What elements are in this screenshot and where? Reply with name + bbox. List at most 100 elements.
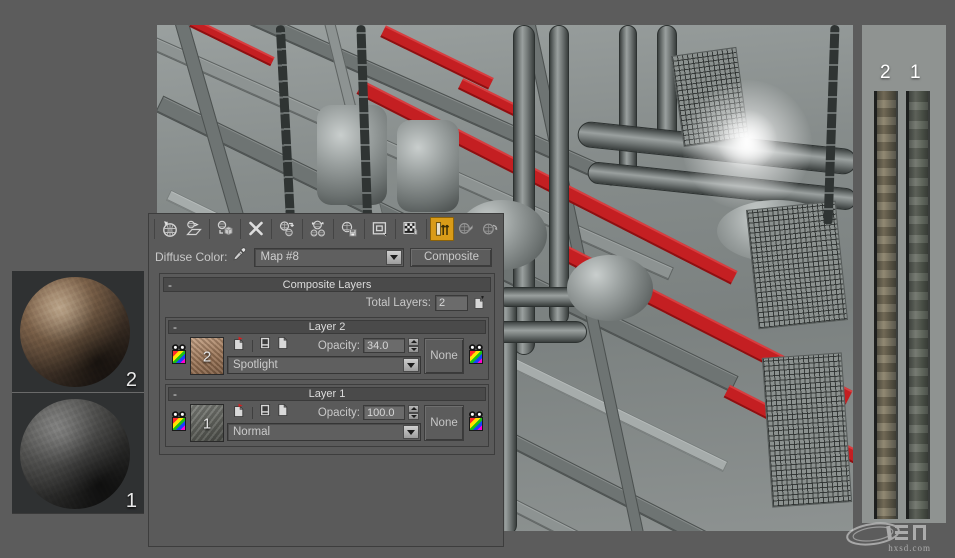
go-to-parent-icon xyxy=(457,220,475,238)
show-map-in-viewport-button[interactable] xyxy=(399,217,423,241)
layer-1-opacity-label: Opacity: xyxy=(317,406,360,419)
layer-1-opacity-field[interactable]: 100.0 xyxy=(363,405,405,420)
texture-strip-2[interactable] xyxy=(874,91,898,519)
sphere-arrow-icon xyxy=(161,220,179,238)
composite-layers-header[interactable]: - Composite Layers xyxy=(163,277,491,292)
spinner-up-button[interactable] xyxy=(408,338,419,346)
put-material-to-scene-button[interactable] xyxy=(182,217,206,241)
layer-1-body: 1 Opacity: 100.0 Normal None xyxy=(168,401,486,444)
composite-layers-rollout: - Composite Layers Total Layers: 2 - Lay… xyxy=(159,273,495,455)
color-swatch-icon[interactable] xyxy=(171,350,186,364)
mask-eye-toggle-icon[interactable] xyxy=(468,339,484,351)
diffuse-color-label: Diffuse Color: xyxy=(155,250,228,264)
texture-strip-label-1: 1 xyxy=(910,62,921,83)
viewport-grate-panel xyxy=(745,200,849,330)
go-to-sibling-icon xyxy=(481,220,499,238)
total-layers-field[interactable]: 2 xyxy=(435,295,468,311)
icon-separator xyxy=(252,406,253,419)
eye-toggle-icon[interactable] xyxy=(171,339,187,351)
app-root: 2 1 2 1 Diffuse Color: Map #8 Composite … xyxy=(0,0,955,558)
composite-layers-title: Composite Layers xyxy=(282,278,372,291)
toolbar-separator xyxy=(302,219,303,239)
eyedropper-button[interactable] xyxy=(227,246,251,269)
watermark-text: hxsd.com xyxy=(888,543,931,553)
diffuse-color-row: Diffuse Color: Map #8 Composite xyxy=(149,244,503,270)
viewport-grate-panel xyxy=(761,352,853,508)
mask-eye-toggle-icon[interactable] xyxy=(468,406,484,418)
material-slot-label-1: 1 xyxy=(125,490,137,512)
viewport-light-glow xyxy=(717,110,777,170)
layer-2-mask-button[interactable]: None xyxy=(424,338,464,374)
add-layer-button[interactable] xyxy=(472,295,487,311)
texture-strip-1[interactable] xyxy=(906,91,930,519)
assign-material-to-selection-button[interactable] xyxy=(213,217,237,241)
spheres-unique-icon xyxy=(309,220,327,238)
reset-map-button[interactable] xyxy=(244,217,268,241)
mask-color-swatch-icon[interactable] xyxy=(468,350,483,364)
color-swatch-icon[interactable] xyxy=(171,417,186,431)
go-to-parent-button[interactable] xyxy=(454,217,478,241)
eye-toggle-icon[interactable] xyxy=(171,406,187,418)
layer-1-mask-button[interactable]: None xyxy=(424,405,464,441)
collapse-toggle-icon[interactable]: - xyxy=(173,320,177,334)
material-editor-panel: Diffuse Color: Map #8 Composite - Compos… xyxy=(148,213,504,547)
layer-box-1: - Layer 1 1 Opacity: 100.0 Normal None xyxy=(165,384,489,447)
mask-unlink-icon[interactable] xyxy=(233,336,246,356)
layer-1-opacity-spinner[interactable] xyxy=(408,405,419,420)
diffuse-map-dropdown[interactable]: Map #8 xyxy=(254,247,405,267)
material-effects-channel-button[interactable] xyxy=(368,217,392,241)
toolbar-separator xyxy=(364,219,365,239)
layer-1-blend-mode-dropdown[interactable]: Normal xyxy=(227,423,421,441)
x-cross-icon xyxy=(247,220,265,238)
toolbar-separator xyxy=(426,219,427,239)
eyedropper-icon xyxy=(231,246,247,269)
layer-2-opacity-spinner[interactable] xyxy=(408,338,419,353)
make-unique-button[interactable] xyxy=(306,217,330,241)
mask-color-swatch-icon[interactable] xyxy=(468,417,483,431)
icon-separator xyxy=(252,339,253,352)
viewport-pipe xyxy=(549,25,569,325)
spinner-down-button[interactable] xyxy=(408,412,419,420)
material-preview-slot-1[interactable]: 1 xyxy=(12,392,144,513)
show-end-result-button[interactable] xyxy=(430,217,454,241)
material-preview-sphere-1 xyxy=(20,399,130,509)
layer-2-opacity-field[interactable]: 34.0 xyxy=(363,338,405,353)
layer-2-blend-mode-dropdown[interactable]: Spotlight xyxy=(227,356,421,374)
layer-1-title: Layer 1 xyxy=(308,388,346,400)
viewport-tank xyxy=(397,120,459,212)
composite-type-button[interactable]: Composite xyxy=(410,247,493,267)
get-material-button[interactable] xyxy=(158,217,182,241)
collapse-toggle-icon[interactable]: - xyxy=(168,278,172,291)
layer-2-toggle-column xyxy=(170,337,187,364)
go-to-sibling-button[interactable] xyxy=(478,217,502,241)
layer-1-blend-dropdown-button[interactable] xyxy=(403,425,419,439)
spinner-down-button[interactable] xyxy=(408,345,419,353)
plane-arrow-icon xyxy=(185,220,203,238)
caret-up-icon xyxy=(410,407,417,411)
toolbar-separator xyxy=(209,219,210,239)
material-preview-panel: 2 1 xyxy=(12,271,144,514)
layer-2-thumbnail[interactable]: 2 xyxy=(190,337,224,375)
make-material-copy-button[interactable] xyxy=(275,217,299,241)
material-preview-slot-2[interactable]: 2 xyxy=(12,271,144,392)
texture-strip-panel: 2 1 xyxy=(862,25,946,523)
mask-unlink-icon[interactable] xyxy=(233,403,246,423)
layer-1-thumbnail[interactable]: 1 xyxy=(190,404,224,442)
add-layer-icon xyxy=(474,296,484,309)
sphere-texture-overlay xyxy=(20,399,130,509)
layer-2-body: 2 Opacity: 34.0 Spotlight None xyxy=(168,334,486,377)
layer-copy-icon[interactable] xyxy=(277,403,290,422)
put-to-library-button[interactable] xyxy=(337,217,361,241)
layer-duplicate-icon[interactable] xyxy=(259,403,272,422)
layer-copy-icon[interactable] xyxy=(277,336,290,355)
spinner-up-button[interactable] xyxy=(408,405,419,413)
layer-2-title: Layer 2 xyxy=(308,321,346,333)
layer-2-header[interactable]: - Layer 2 xyxy=(168,320,486,334)
layer-2-blend-dropdown-button[interactable] xyxy=(403,358,419,372)
caret-down-icon xyxy=(410,347,417,351)
collapse-toggle-icon[interactable]: - xyxy=(173,387,177,401)
layer-duplicate-icon[interactable] xyxy=(259,336,272,355)
checker-map-icon xyxy=(402,220,420,238)
diffuse-map-dropdown-button[interactable] xyxy=(386,249,403,265)
layer-1-header[interactable]: - Layer 1 xyxy=(168,387,486,401)
